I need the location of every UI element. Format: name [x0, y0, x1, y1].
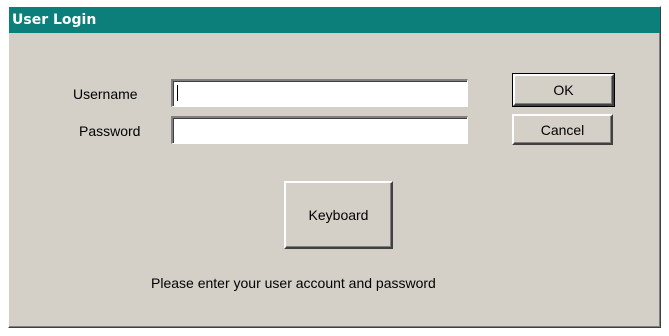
- window-title: User Login: [12, 12, 97, 28]
- password-field[interactable]: [171, 116, 468, 144]
- ok-button-label: OK: [553, 82, 574, 98]
- ok-button[interactable]: OK: [512, 73, 615, 107]
- keyboard-button[interactable]: Keyboard: [284, 181, 393, 249]
- keyboard-button-label: Keyboard: [308, 207, 369, 223]
- login-dialog: User Login Username Password OK Cancel K…: [8, 6, 661, 328]
- cancel-button[interactable]: Cancel: [512, 114, 613, 145]
- username-label: Username: [73, 86, 138, 102]
- title-bar[interactable]: User Login: [9, 7, 660, 33]
- username-field[interactable]: [171, 79, 468, 107]
- password-label: Password: [79, 123, 141, 139]
- cancel-button-label: Cancel: [540, 121, 585, 138]
- text-caret: [177, 85, 178, 101]
- instruction-text: Please enter your user account and passw…: [151, 275, 436, 291]
